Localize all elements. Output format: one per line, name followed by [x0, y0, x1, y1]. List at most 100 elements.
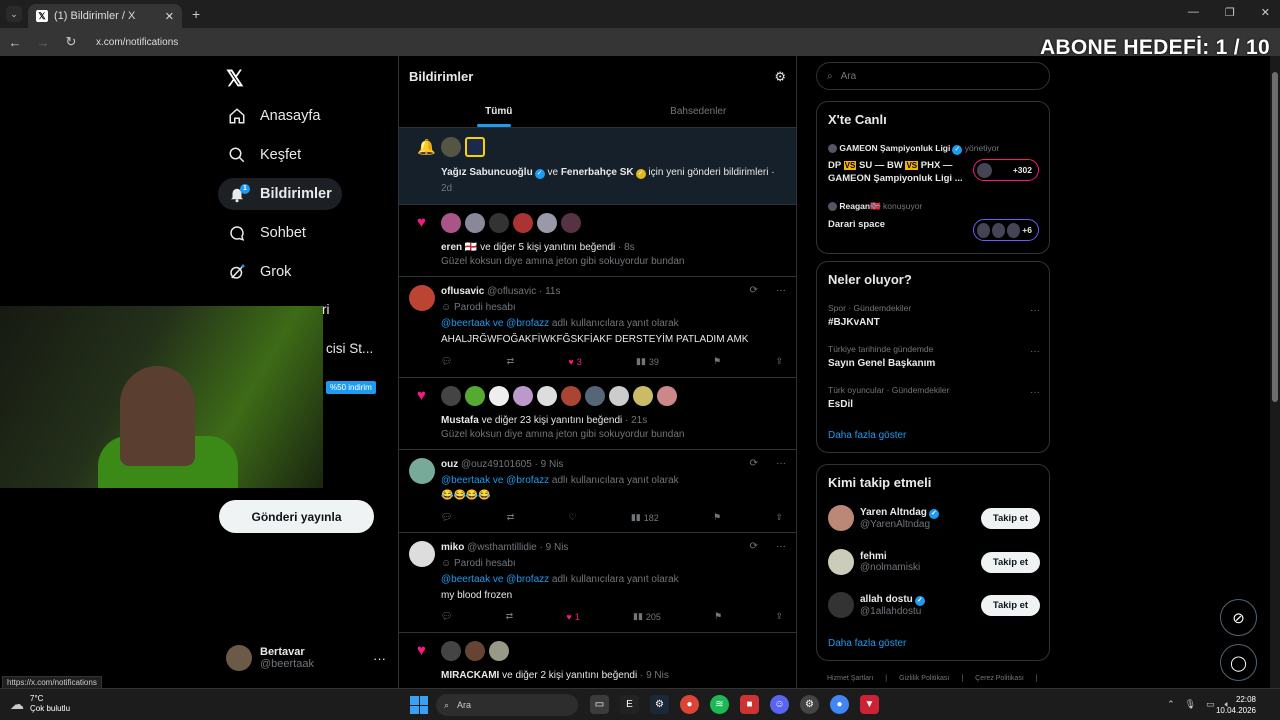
chrome-icon[interactable]: ●	[680, 695, 699, 714]
notification-item[interactable]: ♥ MIRACKAMI ve diğer 2 kişi yanıtını beğ…	[399, 633, 796, 688]
more-icon[interactable]: ···	[1030, 387, 1040, 398]
grok-icon[interactable]: ⟳	[750, 541, 758, 552]
share-icon[interactable]: ⇪	[775, 611, 783, 622]
forward-icon[interactable]: →	[36, 35, 50, 50]
live-title[interactable]: Darari space	[828, 218, 978, 231]
views-button[interactable]: ▮▮ 182	[631, 512, 659, 523]
nav-chat[interactable]: Sohbet	[218, 217, 316, 249]
account-switcher[interactable]: Bertavar @beertaak ···	[226, 642, 386, 674]
reply-users[interactable]: @beertaak ve @brofazz	[441, 574, 549, 585]
nav-home[interactable]: Anasayfa	[218, 100, 330, 132]
tab-all[interactable]: Tümü	[399, 94, 599, 127]
spotify-icon[interactable]: ≋	[710, 695, 729, 714]
url-field[interactable]: x.com/notifications	[96, 37, 178, 48]
network-icon[interactable]: ▭	[1206, 699, 1215, 710]
notif-user[interactable]: Fenerbahçe SK	[561, 167, 634, 178]
epic-games-icon[interactable]: E	[620, 695, 639, 714]
retweet-icon[interactable]: ⇄	[506, 611, 514, 622]
browser-tab[interactable]: 𝕏 (1) Bildirimler / X ✕	[28, 4, 182, 28]
live-host-name[interactable]: GAMEON Şampiyonluk Ligi	[839, 143, 950, 153]
tab-mentions[interactable]: Bahsedenler	[599, 94, 797, 127]
trend-item[interactable]: Türk oyuncular · Gündemdekiler EsDil ···	[828, 385, 1040, 410]
notif-user[interactable]: MIRACKAMI	[441, 670, 499, 681]
notif-user[interactable]: Yağız Sabuncuoğlu	[441, 167, 533, 178]
scrollbar[interactable]	[1270, 56, 1280, 688]
follow-button[interactable]: Takip et	[981, 507, 1040, 529]
notification-item[interactable]: ♥ eren 🏴󠁧󠁢󠁥󠁮󠁧󠁿 ve diğer 5 kişi yanıtını …	[399, 205, 796, 277]
taskbar-search[interactable]: ⌕ Ara	[436, 694, 578, 716]
reply-users[interactable]: @beertaak ve @brofazz	[441, 318, 549, 329]
more-icon[interactable]: ···	[373, 651, 386, 666]
weather-widget[interactable]: ☁ 7°C Çok bulutlu	[10, 694, 70, 714]
reply-icon[interactable]: 💬︎	[441, 512, 452, 523]
bookmark-icon[interactable]: ⚑	[713, 512, 721, 523]
nav-grok[interactable]: Grok	[218, 256, 301, 288]
follow-suggestion[interactable]: allah dostu ✓ @1allahdostu Takip et	[828, 590, 1040, 620]
follow-suggestion[interactable]: fehmi @nolmamiski Takip et	[828, 547, 1040, 577]
more-icon[interactable]: ···	[776, 285, 786, 296]
trend-item[interactable]: Spor · Gündemdekiler #BJKvANT ···	[828, 303, 1040, 328]
mic-icon[interactable]: 🎙︎	[1185, 699, 1196, 710]
reply-icon[interactable]: 💬︎	[441, 611, 452, 622]
live-listeners-pill[interactable]: +6	[973, 219, 1039, 241]
more-icon[interactable]: ···	[1030, 346, 1040, 357]
tweet-author[interactable]: ouz	[441, 459, 458, 470]
show-more-suggestions-link[interactable]: Daha fazla göster	[828, 638, 906, 649]
views-button[interactable]: ▮▮ 39	[636, 356, 659, 367]
app-icon[interactable]: ■	[740, 695, 759, 714]
app-icon[interactable]: ▼	[860, 695, 879, 714]
file-explorer-icon[interactable]: ▭	[590, 695, 609, 714]
maximize-icon[interactable]: ❐	[1225, 6, 1235, 19]
bookmark-icon[interactable]: ⚑	[714, 611, 722, 622]
app-icon[interactable]: ⚙	[800, 695, 819, 714]
live-listeners-pill[interactable]: +302	[973, 159, 1039, 181]
footer-link[interactable]: Hizmet Şartları	[827, 675, 873, 682]
more-icon[interactable]: ···	[776, 458, 786, 469]
search-input[interactable]: ⌕ Ara	[816, 62, 1050, 90]
notification-item[interactable]: 🔔 Yağız Sabuncuoğlu ✓ ve Fenerbahçe SK ✓ i…	[399, 128, 796, 205]
scrollbar-thumb[interactable]	[1272, 72, 1278, 402]
footer-link[interactable]: Çerez Politikası	[975, 675, 1024, 682]
chrome-icon[interactable]: ●	[830, 695, 849, 714]
live-title[interactable]: DP VS SU — BW VS PHX — GAMEON Şampiyonlu…	[828, 159, 978, 185]
like-button[interactable]: ♥ 3	[568, 356, 581, 367]
bookmark-icon[interactable]: ⚑	[713, 356, 721, 367]
steam-icon[interactable]: ⚙	[650, 695, 669, 714]
live-host-name[interactable]: Reagan🇳🇴	[839, 201, 880, 211]
chevron-up-icon[interactable]: ⌃	[1167, 699, 1175, 710]
close-tab-icon[interactable]: ✕	[165, 10, 174, 23]
nav-notifications[interactable]: 1 Bildirimler	[218, 178, 342, 210]
new-tab-icon[interactable]: +	[192, 6, 200, 22]
gear-icon[interactable]: ⚙	[774, 69, 786, 85]
back-icon[interactable]: ←	[8, 35, 22, 50]
chat-fab-icon[interactable]: ◯	[1220, 644, 1257, 681]
tweet[interactable]: oflusavic @oflusavic · 11s ⟳ ··· ☺ Parod…	[399, 277, 796, 378]
notif-user[interactable]: eren 🏴󠁧󠁢󠁥󠁮󠁧󠁿	[441, 242, 477, 253]
notif-user[interactable]: Mustafa	[441, 415, 479, 426]
retweet-icon[interactable]: ⇄	[507, 512, 515, 523]
grok-fab-icon[interactable]: ⊘	[1220, 599, 1257, 636]
tweet-author[interactable]: miko	[441, 542, 464, 553]
tweet-author[interactable]: oflusavic	[441, 286, 484, 297]
more-icon[interactable]: ···	[776, 541, 786, 552]
follow-button[interactable]: Takip et	[981, 594, 1040, 616]
post-button[interactable]: Gönderi yayınla	[219, 500, 374, 533]
tweet[interactable]: miko @wsthamtillidie · 9 Nis ⟳ ··· ☺ Par…	[399, 533, 796, 633]
grok-icon[interactable]: ⟳	[750, 458, 758, 469]
close-window-icon[interactable]: ✕	[1261, 6, 1270, 19]
notification-item[interactable]: ♥ Mustafa ve diğer 23 kişi yanıtını beğe…	[399, 378, 796, 450]
more-icon[interactable]: ···	[1030, 305, 1040, 316]
reply-users[interactable]: @beertaak ve @brofazz	[441, 475, 549, 486]
x-logo-icon[interactable]: 𝕏	[226, 66, 244, 92]
views-button[interactable]: ▮▮ 205	[633, 611, 661, 622]
tab-list-button[interactable]: ⌄	[6, 6, 22, 22]
share-icon[interactable]: ⇪	[775, 512, 783, 523]
nav-explore[interactable]: Keşfet	[218, 139, 311, 171]
like-button[interactable]: ♡	[569, 512, 577, 523]
grok-icon[interactable]: ⟳	[750, 285, 758, 296]
follow-button[interactable]: Takip et	[981, 551, 1040, 573]
tweet[interactable]: ouz @ouz49101605 · 9 Nis ⟳ ··· @beertaak…	[399, 450, 796, 533]
minimize-icon[interactable]: —	[1188, 6, 1199, 19]
footer-link[interactable]: Gizlilik Politikası	[899, 675, 949, 682]
reload-icon[interactable]: ↻	[64, 34, 78, 50]
